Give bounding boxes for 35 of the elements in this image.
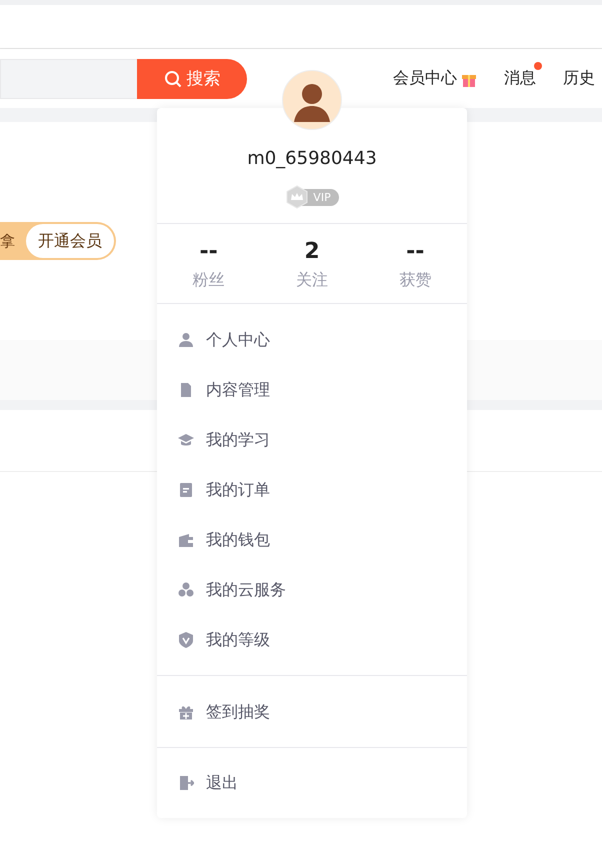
menu-item[interactable]: 我的钱包 xyxy=(157,515,467,565)
gift-icon xyxy=(178,704,194,720)
stat-value: -- xyxy=(406,238,424,266)
search-field[interactable] xyxy=(0,58,137,98)
notification-dot xyxy=(534,62,542,70)
search-icon xyxy=(164,70,182,88)
document-icon xyxy=(178,482,194,498)
stat-value: 2 xyxy=(304,238,320,266)
file-icon xyxy=(178,382,194,398)
person-icon xyxy=(178,332,194,348)
menu-item[interactable]: 个人中心 xyxy=(157,315,467,365)
menu-item[interactable]: 内容管理 xyxy=(157,365,467,415)
menu-item[interactable]: 我的订单 xyxy=(157,465,467,515)
menu-item[interactable]: 签到抽奖 xyxy=(157,687,467,737)
menu-item[interactable]: 我的云服务 xyxy=(157,565,467,615)
crown-badge-icon xyxy=(285,185,310,209)
cubes-icon xyxy=(178,582,194,598)
shield-icon xyxy=(178,632,194,648)
menu-item[interactable]: 退出 xyxy=(157,758,467,808)
membership-button[interactable]: 开通会员 xyxy=(26,224,114,258)
stat-label: 获赞 xyxy=(399,270,432,291)
exit-icon xyxy=(178,775,194,791)
avatar[interactable] xyxy=(282,70,342,130)
stat-label: 粉丝 xyxy=(192,270,225,291)
graduation-cap-icon xyxy=(178,432,194,448)
stat-value: -- xyxy=(200,238,218,266)
wallet-icon xyxy=(178,532,194,548)
nav-link[interactable]: 历史 xyxy=(563,68,595,89)
menu-item[interactable]: 我的学习 xyxy=(157,415,467,465)
username: m0_65980443 xyxy=(247,148,377,170)
nav-link[interactable]: 会员中心 xyxy=(393,68,477,89)
menu-item[interactable]: 我的等级 xyxy=(157,615,467,665)
promo-text: 拿 xyxy=(0,232,16,250)
stat-label: 关注 xyxy=(296,270,328,291)
nav-link[interactable]: 消息 xyxy=(504,68,536,89)
